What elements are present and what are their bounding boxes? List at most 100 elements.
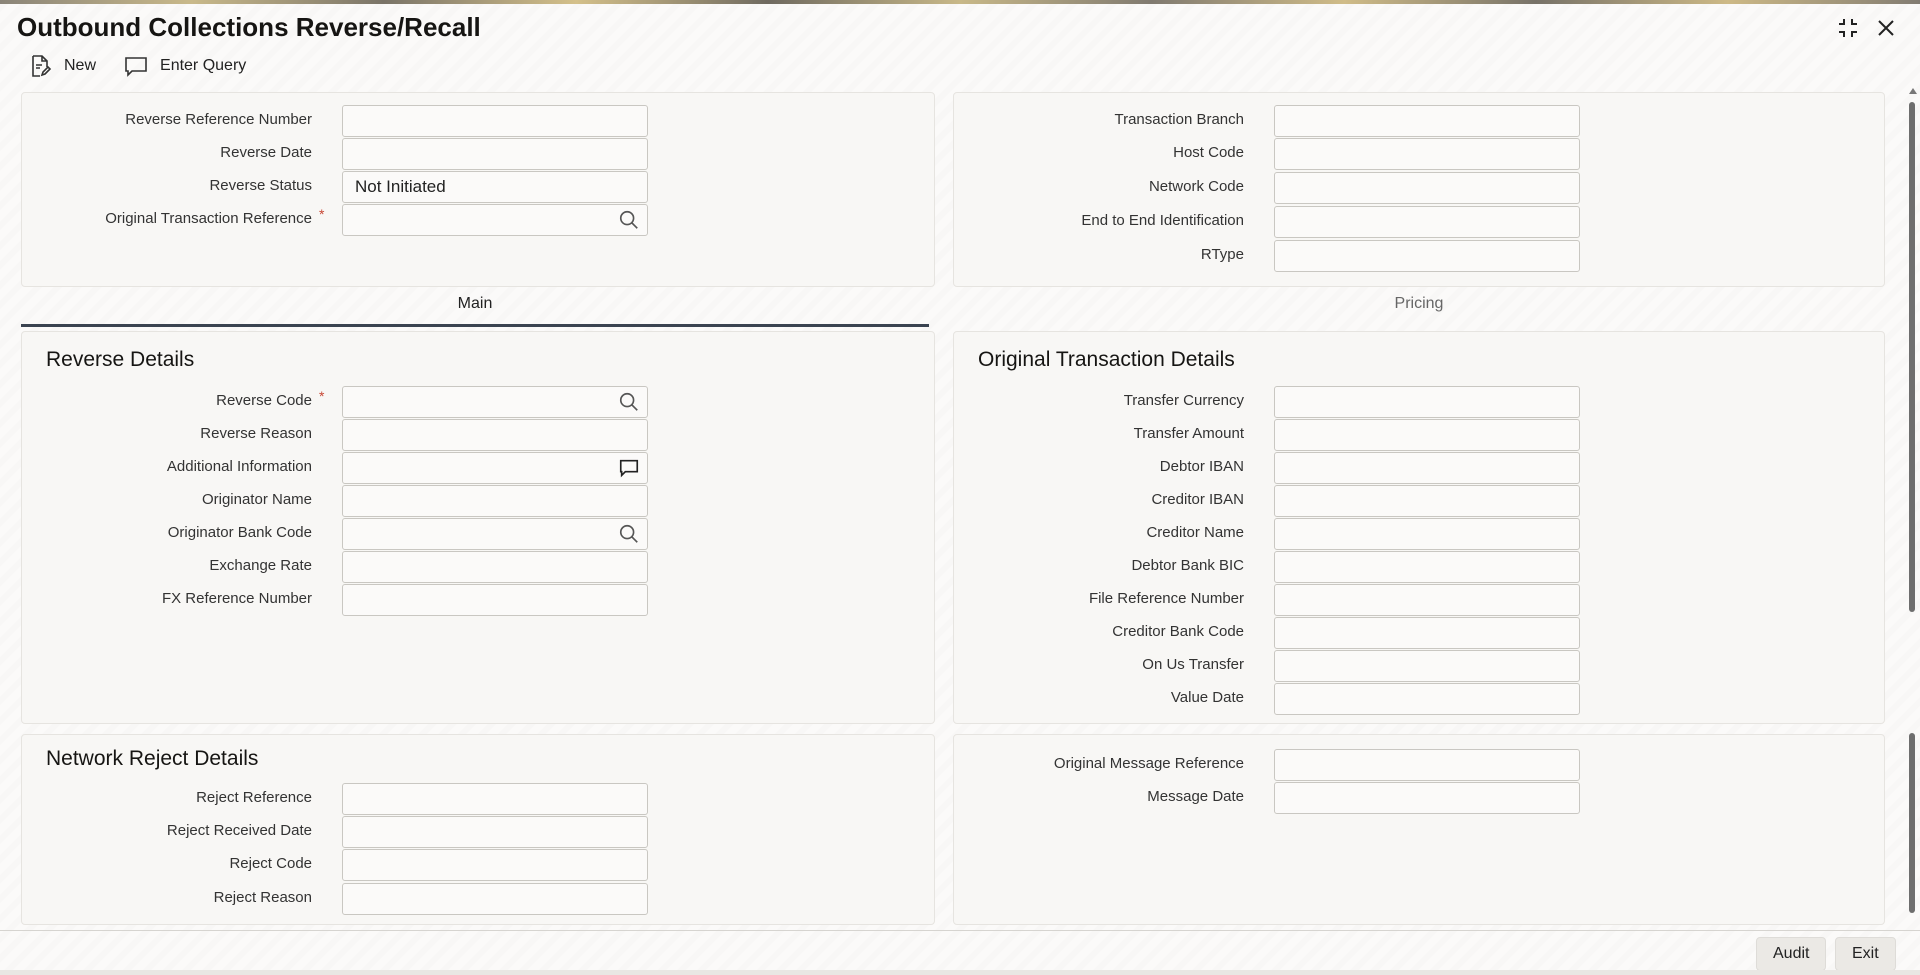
reverse-details-panel: Reverse Details Reverse Code * Reverse R… [21,331,935,724]
audit-button[interactable]: Audit [1756,937,1827,971]
value-date-label: Value Date [1170,689,1244,706]
vertical-scrollbar[interactable] [1907,88,1917,928]
debtor-iban-input[interactable] [1274,452,1580,484]
required-indicator: * [319,206,325,222]
host-code-label: Host Code [1173,144,1244,161]
rtype-label: RType [1200,246,1244,263]
close-icon[interactable] [1874,16,1898,40]
footer-bar: Audit Exit [0,930,1920,974]
transfer-currency-input[interactable] [1274,386,1580,418]
transfer-currency-label: Transfer Currency [1123,392,1244,409]
exit-button[interactable]: Exit [1835,937,1896,971]
reverse-reference-number-label: Reverse Reference Number [125,111,312,128]
original-message-reference-input[interactable] [1274,749,1580,781]
originator-bank-code-label: Originator Bank Code [167,524,312,541]
debtor-bank-bic-label: Debtor Bank BIC [1131,557,1244,574]
reverse-code-input[interactable] [342,386,648,418]
new-button[interactable]: New [28,54,96,78]
creditor-name-label: Creditor Name [1146,524,1244,541]
reverse-reason-label: Reverse Reason [200,425,312,442]
fx-reference-number-label: FX Reference Number [161,590,312,607]
debtor-iban-label: Debtor IBAN [1159,458,1244,475]
creditor-iban-input[interactable] [1274,485,1580,517]
enter-query-button[interactable]: Enter Query [124,54,246,78]
reject-reason-label: Reject Reason [213,889,312,906]
new-document-icon [32,55,52,77]
originator-bank-code-input[interactable] [342,518,648,550]
value-date-input[interactable] [1274,683,1580,715]
reject-reference-input[interactable] [342,783,648,815]
original-transaction-details-panel: Original Transaction Details Transfer Cu… [953,331,1885,724]
original-transaction-reference-label: Original Transaction Reference [105,210,312,227]
minimize-icon[interactable] [1836,16,1860,40]
search-icon[interactable] [618,523,640,545]
transaction-branch-label: Transaction Branch [1114,111,1244,128]
message-details-panel: Original Message Reference Message Date [953,734,1885,925]
network-code-input[interactable] [1274,172,1580,204]
message-date-label: Message Date [1147,788,1244,805]
debtor-bank-bic-input[interactable] [1274,551,1580,583]
transaction-branch-input[interactable] [1274,105,1580,137]
reverse-reference-number-input[interactable] [342,105,648,137]
scrollbar-thumb-lower[interactable] [1909,733,1915,913]
reverse-details-title: Reverse Details [46,348,195,371]
transfer-amount-label: Transfer Amount [1133,425,1244,442]
creditor-bank-code-input[interactable] [1274,617,1580,649]
reject-received-date-input[interactable] [342,816,648,848]
message-date-input[interactable] [1274,782,1580,814]
exchange-rate-input[interactable] [342,551,648,583]
reverse-code-label: Reverse Code [216,392,312,409]
enter-query-label: Enter Query [160,57,247,74]
new-button-label: New [64,57,97,74]
scroll-up-arrow-icon[interactable] [1909,88,1917,94]
tab-pricing[interactable]: Pricing [953,289,1885,327]
chat-bubble-icon[interactable] [618,457,640,479]
original-message-reference-label: Original Message Reference [1053,755,1244,772]
on-us-transfer-input[interactable] [1274,650,1580,682]
chat-bubble-icon [125,57,147,77]
reject-reference-label: Reject Reference [196,789,312,806]
page: Outbound Collections Reverse/Recall New … [0,4,1920,971]
reject-code-input[interactable] [342,849,648,881]
originator-name-label: Originator Name [201,491,312,508]
reverse-date-input[interactable] [342,138,648,170]
reject-reason-input[interactable] [342,883,648,915]
creditor-iban-label: Creditor IBAN [1151,491,1244,508]
search-icon[interactable] [618,209,640,231]
header-right-panel: Transaction Branch Host Code Network Cod… [953,92,1885,287]
reverse-status-input[interactable] [342,171,648,203]
reverse-reason-input[interactable] [342,419,648,451]
reject-received-date-label: Reject Received Date [166,822,312,839]
required-indicator: * [319,388,325,404]
file-reference-number-input[interactable] [1274,584,1580,616]
tab-main[interactable]: Main [21,289,929,327]
original-transaction-reference-input[interactable] [342,204,648,236]
bottom-strip [0,970,1920,975]
end-to-end-identification-input[interactable] [1274,206,1580,238]
additional-information-input[interactable] [342,452,648,484]
tab-bar: Main Pricing [21,289,1885,327]
fx-reference-number-input[interactable] [342,584,648,616]
network-code-label: Network Code [1148,178,1244,195]
on-us-transfer-label: On Us Transfer [1142,656,1244,673]
creditor-name-input[interactable] [1274,518,1580,550]
toolbar: New Enter Query [28,54,246,78]
network-reject-details-title: Network Reject Details [46,747,259,770]
search-icon[interactable] [618,391,640,413]
reverse-date-label: Reverse Date [220,144,312,161]
exchange-rate-label: Exchange Rate [209,557,312,574]
transfer-amount-input[interactable] [1274,419,1580,451]
creditor-bank-code-label: Creditor Bank Code [1112,623,1244,640]
end-to-end-identification-label: End to End Identification [1081,212,1244,229]
host-code-input[interactable] [1274,138,1580,170]
rtype-input[interactable] [1274,240,1580,272]
reverse-status-label: Reverse Status [209,177,312,194]
header-left-panel: Reverse Reference Number Reverse Date Re… [21,92,935,287]
file-reference-number-label: File Reference Number [1088,590,1244,607]
reject-code-label: Reject Code [229,855,312,872]
originator-name-input[interactable] [342,485,648,517]
page-title: Outbound Collections Reverse/Recall [17,12,481,42]
original-transaction-details-title: Original Transaction Details [978,348,1235,371]
network-reject-details-panel: Network Reject Details Reject Reference … [21,734,935,925]
scrollbar-thumb[interactable] [1909,102,1915,612]
